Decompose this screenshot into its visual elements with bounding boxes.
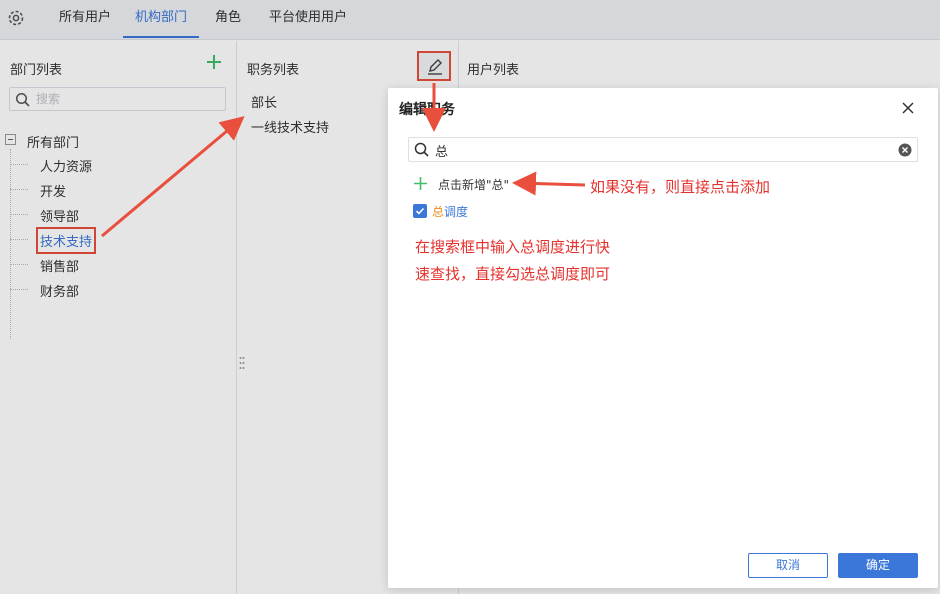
arrow-to-positions xyxy=(101,116,245,238)
annotation-arrows xyxy=(101,83,586,238)
arrow-to-add-new xyxy=(512,171,586,196)
